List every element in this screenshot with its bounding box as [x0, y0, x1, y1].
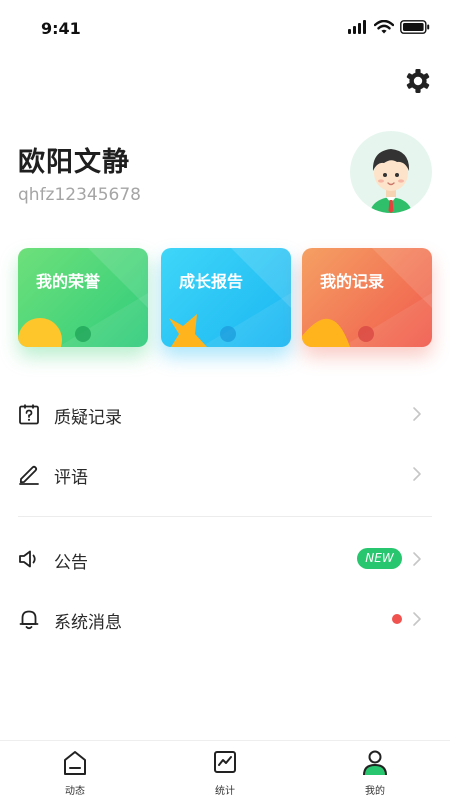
profile-name: 欧阳文静	[18, 147, 130, 178]
unread-dot	[392, 614, 402, 624]
card-decoration	[169, 248, 291, 347]
chevron-right-icon	[413, 552, 421, 566]
avatar[interactable]	[350, 131, 432, 213]
growth-report-card[interactable]: 成长报告	[161, 248, 291, 347]
menu-item-label: 质疑记录	[54, 408, 122, 428]
menu-item-question-records[interactable]: 质疑记录	[18, 389, 432, 439]
menu-item-system-messages[interactable]: 系统消息	[18, 594, 432, 644]
menu-item-label: 公告	[54, 553, 88, 573]
new-badge: NEW	[357, 548, 402, 569]
bell-icon	[19, 610, 39, 630]
menu-item-label: 评语	[54, 468, 88, 488]
gear-icon	[406, 69, 430, 93]
tab-feed[interactable]: 动态	[35, 741, 115, 800]
card-decoration	[302, 248, 432, 347]
signal-icon	[348, 20, 366, 34]
battery-icon	[400, 20, 430, 34]
my-records-card-title: 我的记录	[320, 272, 385, 291]
avatar-icon	[370, 149, 412, 213]
chevron-right-icon	[413, 467, 421, 481]
speaker-icon	[19, 550, 36, 568]
chevron-right-icon	[413, 407, 421, 421]
chevron-right-icon	[413, 612, 421, 626]
card-decoration	[18, 248, 148, 347]
growth-report-card-title: 成长报告	[179, 272, 244, 291]
wifi-icon	[374, 20, 394, 34]
menu-item-label: 系统消息	[54, 613, 122, 633]
profile-id: qhfz12345678	[18, 185, 142, 205]
tab-label: 动态	[65, 786, 85, 797]
my-records-card[interactable]: 我的记录	[302, 248, 432, 347]
status-icons	[348, 20, 430, 34]
tab-label: 统计	[215, 786, 235, 797]
settings-button[interactable]	[404, 67, 432, 95]
honor-card-title: 我的荣誉	[36, 272, 101, 291]
menu-item-announcements[interactable]: 公告 NEW	[18, 534, 432, 584]
tab-bar: 动态 统计 我的	[0, 740, 450, 800]
question-calendar-icon	[19, 404, 39, 425]
status-bar: 9:41	[0, 0, 450, 56]
pen-icon	[19, 465, 39, 485]
profile-icon	[363, 750, 387, 776]
menu-divider	[18, 516, 432, 517]
tab-statistics[interactable]: 统计	[185, 741, 265, 800]
status-time: 9:41	[41, 19, 81, 38]
honor-card[interactable]: 我的荣誉	[18, 248, 148, 347]
tab-profile[interactable]: 我的	[335, 741, 415, 800]
menu-item-comments[interactable]: 评语	[18, 449, 432, 499]
home-icon	[64, 751, 86, 775]
tab-label: 我的	[365, 786, 385, 797]
chart-icon	[214, 751, 236, 773]
